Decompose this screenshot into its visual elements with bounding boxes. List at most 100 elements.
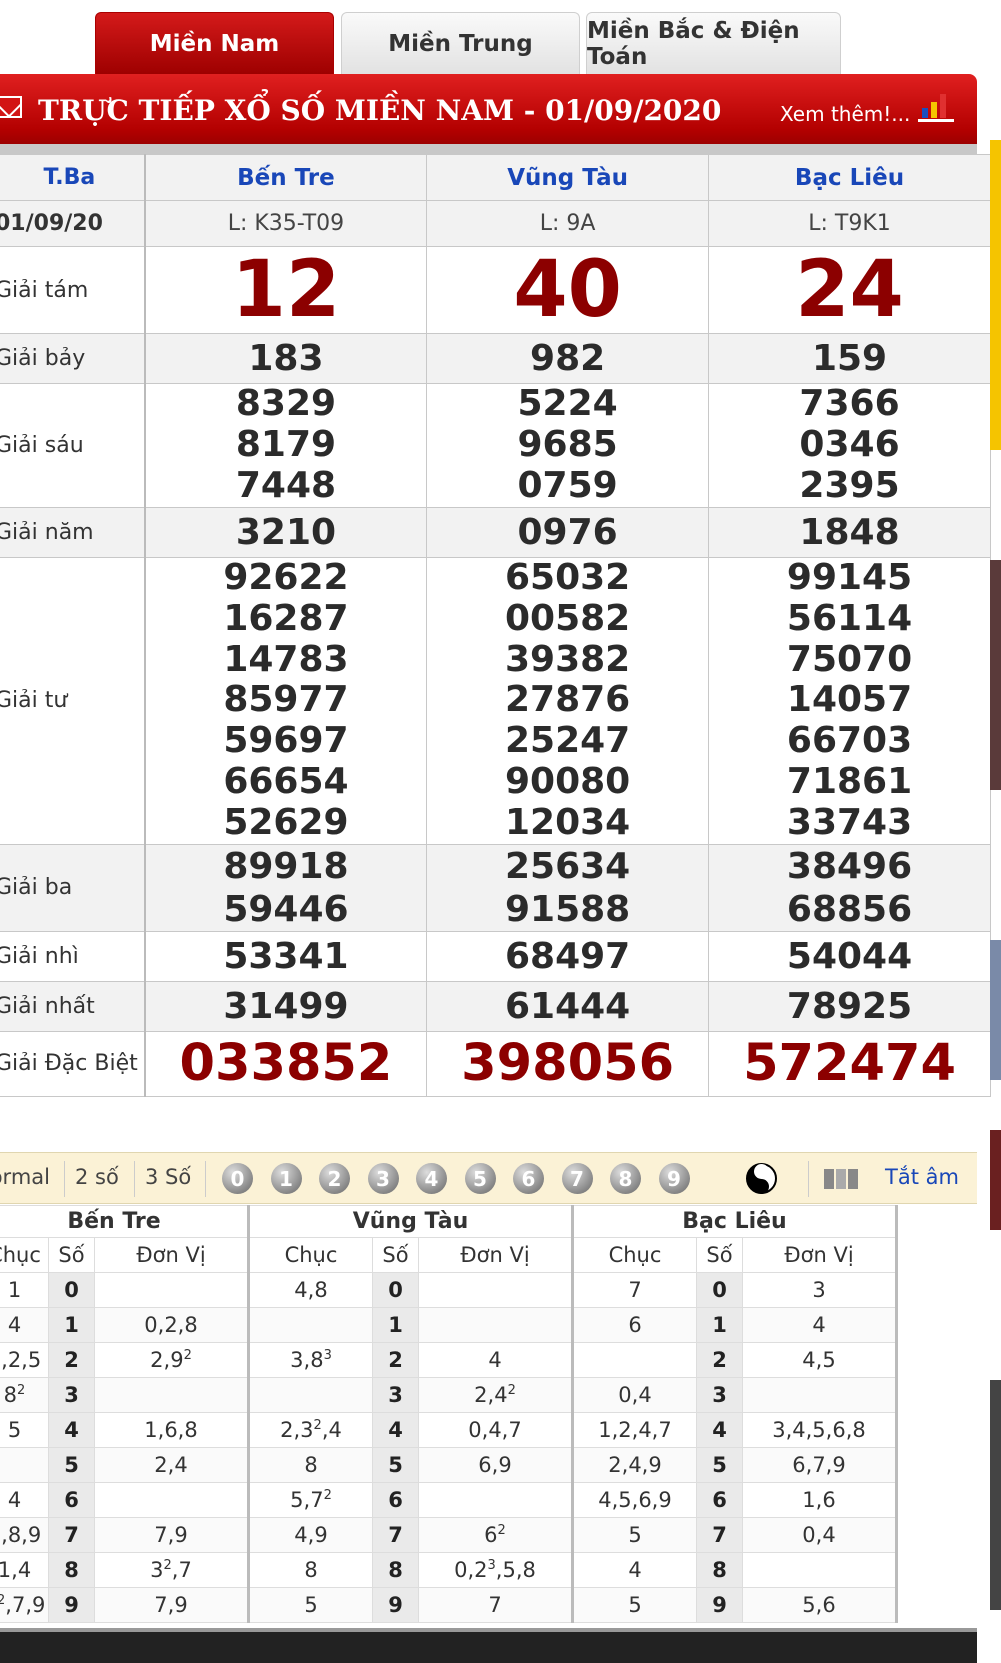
loto-chuc: 5 <box>572 1587 697 1623</box>
digit-ball-4[interactable]: 4 <box>416 1163 447 1194</box>
digit-ball-5[interactable]: 5 <box>464 1163 496 1194</box>
loto-digit: 0 <box>372 1272 419 1308</box>
tab-mien-trung[interactable]: Miền Trung <box>341 12 580 74</box>
digit-ball-1[interactable]: 1 <box>270 1163 302 1194</box>
prize-number: 24 <box>795 245 904 335</box>
loto-chuc <box>572 1342 697 1378</box>
loto-chuc: 7,8,9 <box>0 1517 49 1553</box>
filter-bar: Normal 2 số 3 Số 0123456789 Tắt âm <box>0 1152 977 1204</box>
digit-ball-0[interactable]: 0 <box>222 1163 253 1194</box>
loto-digit: 3 <box>48 1377 95 1413</box>
loto-digit: 3 <box>696 1377 743 1413</box>
loto-chuc: 82 <box>0 1377 49 1413</box>
prize-number: 033852 <box>179 1033 393 1093</box>
side-ad-strip <box>990 140 1001 450</box>
loto-chuc: 7 <box>572 1272 697 1308</box>
loto-chuc: 1 <box>0 1272 49 1308</box>
see-more-link[interactable]: Xem thêm!... <box>780 102 910 126</box>
prize-number: 92622 <box>223 557 349 598</box>
mute-toggle[interactable]: Tắt âm <box>885 1165 959 1189</box>
digit-ball-8[interactable]: 8 <box>610 1163 641 1194</box>
speaker-icon[interactable] <box>824 1165 876 1193</box>
prize-number: 8179 <box>235 424 337 466</box>
loto-chuc: 2,4,9 <box>572 1447 697 1483</box>
prize-number: 66703 <box>786 720 913 762</box>
prize-number: 85977 <box>223 679 349 721</box>
prize-cell: 8329 8179 7448 <box>144 383 428 508</box>
province-header[interactable]: Bến Tre <box>144 154 428 201</box>
yin-yang-icon[interactable] <box>746 1163 777 1194</box>
prize-number: 66654 <box>223 760 349 802</box>
prize-number: 31499 <box>223 985 349 1027</box>
loto-row: 82 3 3 2,42 0,4 3 <box>0 1377 898 1413</box>
loto-donvi: 4 <box>742 1307 898 1343</box>
prize-number: 39382 <box>504 638 631 680</box>
prize-label-db: Giải Đặc Biệt <box>0 1030 146 1097</box>
loto-chuc <box>0 1447 49 1483</box>
loto-digit: 4 <box>48 1412 95 1448</box>
prize-cell: 159 <box>708 333 991 384</box>
prize-number: 159 <box>811 338 888 379</box>
prize-number: 65032 <box>504 557 631 598</box>
digit-ball-6[interactable]: 6 <box>513 1163 544 1194</box>
loto-digit: 4 <box>696 1412 743 1448</box>
digit-ball-7[interactable]: 7 <box>561 1163 593 1194</box>
loto-digit: 0 <box>48 1272 95 1308</box>
prize-number: 00582 <box>504 597 631 639</box>
loto-col-chuc: Chục <box>248 1237 373 1273</box>
digit-ball-3[interactable]: 3 <box>367 1163 399 1194</box>
prize-cell: 31499 <box>144 980 428 1032</box>
prize-label-g2: Giải nhì <box>0 930 146 982</box>
loto-table: Bến TreVũng TàuBạc LiêuChụcSốĐơn VịChụcS… <box>0 1205 898 1623</box>
prize-cell: 25634 91588 <box>426 843 710 932</box>
loto-col-donvi: Đơn Vị <box>742 1237 898 1273</box>
prize-number: 61444 <box>504 985 631 1027</box>
prize-number: 89918 <box>223 845 349 887</box>
loto-chuc: 8 <box>248 1552 373 1588</box>
prize-number: 78925 <box>786 985 913 1027</box>
prize-number: 71861 <box>786 760 913 802</box>
bar-chart-icon[interactable] <box>918 90 954 122</box>
loto-col-so: Số <box>372 1237 419 1273</box>
prize-number: 56114 <box>786 597 913 639</box>
loto-digit: 1 <box>696 1307 743 1343</box>
loto-digit: 7 <box>696 1517 743 1553</box>
loto-donvi: 3 <box>742 1272 898 1308</box>
prize-cell: 53341 <box>144 930 428 982</box>
province-header[interactable]: Bạc Liêu <box>708 154 991 201</box>
loto-chuc: 2,32,4 <box>248 1412 373 1448</box>
envelope-icon[interactable] <box>0 96 22 118</box>
tab-mien-bac-dien-toan[interactable]: Miền Bắc & Điện Toán <box>586 12 841 74</box>
live-banner: TRỰC TIẾP XỔ SỐ MIỀN NAM - 01/09/2020 Xe… <box>0 74 977 154</box>
prize-number: 52629 <box>223 801 349 843</box>
prize-number: 59446 <box>223 888 349 930</box>
loto-row: 5 4 1,6,8 2,32,4 4 0,4,7 1,2,4,7 4 3,4,5,6,8 <box>0 1412 898 1448</box>
filter-3-so[interactable]: 3 Số <box>145 1165 191 1189</box>
loto-chuc: 5 <box>572 1517 697 1553</box>
loto-donvi: 6,7,9 <box>742 1447 898 1483</box>
tab-mien-nam[interactable]: Miền Nam <box>95 12 334 74</box>
prize-cell: 7366 0346 2395 <box>708 383 991 508</box>
digit-ball-9[interactable]: 9 <box>658 1163 690 1194</box>
province-header[interactable]: Vũng Tàu <box>426 154 710 201</box>
loto-col-donvi: Đơn Vị <box>94 1237 250 1273</box>
digit-ball-2[interactable]: 2 <box>319 1163 350 1194</box>
prize-number: 398056 <box>461 1033 675 1093</box>
filter-2-so[interactable]: 2 số <box>75 1165 119 1189</box>
day-label: T.Ba <box>0 154 146 201</box>
banner-title: TRỰC TIẾP XỔ SỐ MIỀN NAM - 01/09/2020 <box>38 94 722 127</box>
prize-number: 33743 <box>786 801 913 843</box>
ticket-code: L: 9A <box>426 200 710 247</box>
draw-date: 01/09/20 <box>0 200 146 247</box>
prize-cell: 0976 <box>426 507 710 558</box>
loto-chuc: 1,2,4,7 <box>572 1412 697 1448</box>
loto-row: 22,7,997,9597595,6 <box>0 1587 898 1623</box>
loto-donvi <box>94 1272 250 1308</box>
prize-cell: 54044 <box>708 930 991 982</box>
loto-donvi: 1,6 <box>742 1482 898 1518</box>
filter-normal[interactable]: Normal <box>0 1165 50 1189</box>
prize-cell: 40 <box>426 245 710 335</box>
prize-number: 40 <box>513 245 622 335</box>
loto-donvi <box>418 1307 574 1343</box>
loto-chuc: 8 <box>248 1447 373 1483</box>
